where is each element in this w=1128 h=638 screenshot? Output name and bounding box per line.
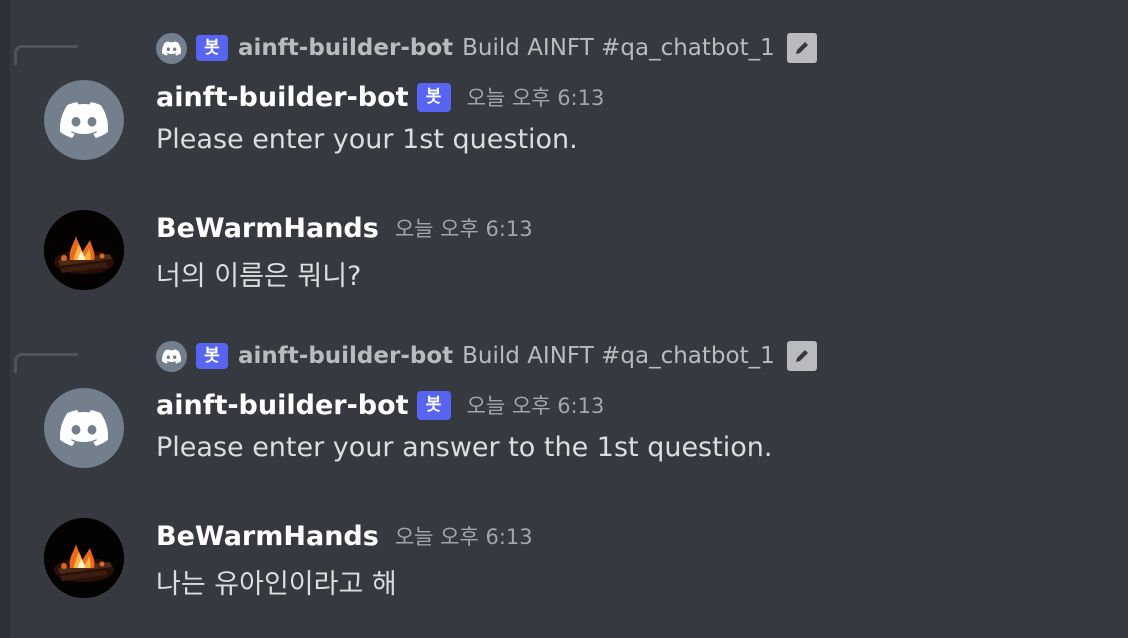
message-header: ainft-builder-bot 봇 오늘 오후 6:13	[156, 385, 604, 425]
reply-connector	[14, 45, 78, 65]
bot-tag: 봇	[196, 343, 228, 369]
bot-tag: 봇	[416, 82, 451, 112]
message-content: 나는 유아인이라고 해	[156, 569, 397, 600]
reply-connector	[14, 353, 78, 373]
bot-tag: 봇	[416, 390, 451, 420]
reply-avatar[interactable]	[156, 32, 187, 64]
message-content: Please enter your 1st question.	[156, 124, 578, 155]
reply-avatar[interactable]	[156, 340, 187, 372]
discord-logo-icon	[60, 410, 108, 446]
reply-reference[interactable]: 봇 ainft-builder-bot Build AINFT #qa_chat…	[156, 340, 817, 372]
message-content: Please enter your answer to the 1st ques…	[156, 432, 773, 463]
discord-logo-icon	[162, 40, 181, 56]
reply-author[interactable]: ainft-builder-bot	[238, 35, 453, 61]
avatar[interactable]	[44, 518, 124, 598]
username[interactable]: BeWarmHands	[156, 213, 379, 244]
pencil-icon	[786, 341, 817, 371]
username[interactable]: ainft-builder-bot	[156, 82, 409, 113]
campfire-avatar	[44, 518, 124, 598]
avatar[interactable]	[44, 80, 124, 160]
reply-text[interactable]: Build AINFT #qa_chatbot_1	[462, 35, 775, 61]
username[interactable]: ainft-builder-bot	[156, 390, 409, 421]
reply-reference[interactable]: 봇 ainft-builder-bot Build AINFT #qa_chat…	[156, 32, 817, 64]
message-header: BeWarmHands 오늘 오후 6:13	[156, 516, 533, 556]
avatar[interactable]	[44, 388, 124, 468]
message-content: 너의 이름은 뭐니?	[156, 261, 362, 292]
username[interactable]: BeWarmHands	[156, 521, 379, 552]
reply-text[interactable]: Build AINFT #qa_chatbot_1	[462, 343, 775, 369]
avatar[interactable]	[44, 210, 124, 290]
message-list: 봇 ainft-builder-bot Build AINFT #qa_chat…	[0, 0, 1128, 638]
timestamp[interactable]: 오늘 오후 6:13	[395, 213, 533, 243]
message-header: BeWarmHands 오늘 오후 6:13	[156, 208, 533, 248]
campfire-avatar	[44, 210, 124, 290]
timestamp[interactable]: 오늘 오후 6:13	[467, 82, 605, 112]
discord-logo-icon	[162, 348, 181, 364]
message-header: ainft-builder-bot 봇 오늘 오후 6:13	[156, 77, 604, 117]
bot-tag: 봇	[196, 35, 228, 61]
reply-author[interactable]: ainft-builder-bot	[238, 343, 453, 369]
discord-logo-icon	[60, 102, 108, 138]
timestamp[interactable]: 오늘 오후 6:13	[467, 390, 605, 420]
pencil-icon	[786, 33, 817, 63]
timestamp[interactable]: 오늘 오후 6:13	[395, 521, 533, 551]
